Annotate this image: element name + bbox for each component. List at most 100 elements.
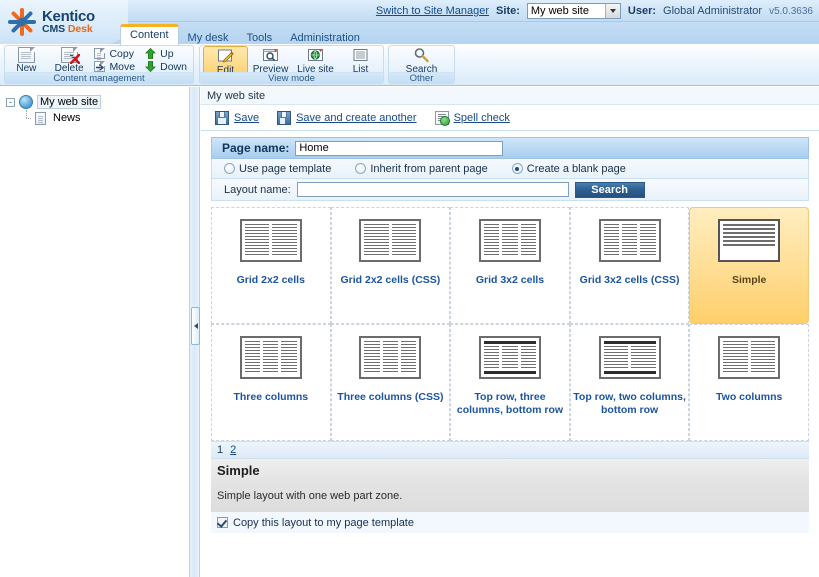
live-site-button[interactable]: Live site — [293, 46, 338, 74]
ribbon-group-view-mode: Edit Preview — [199, 45, 384, 84]
layout-thumbnail-cols3 — [359, 336, 421, 379]
layout-item-two-columns[interactable]: Two columns — [689, 324, 809, 441]
layout-item-three-columns-css[interactable]: Three columns (CSS) — [331, 324, 451, 441]
search-button[interactable]: Search — [399, 46, 445, 74]
selected-layout-description: Simple layout with one web part zone. — [211, 481, 809, 511]
edit-button[interactable]: Edit — [203, 46, 248, 74]
content-tree-pane: - My web site News — [0, 87, 190, 577]
layout-item-grid-3x2-cells[interactable]: Grid 3x2 cells — [450, 207, 570, 324]
layout-item-label: Simple — [732, 274, 766, 287]
layout-name-input[interactable] — [297, 182, 569, 197]
tree-node-news[interactable]: News — [6, 110, 185, 126]
search-icon — [413, 47, 430, 64]
spell-check-label[interactable]: Spell check — [454, 112, 510, 124]
save-and-create-another-label[interactable]: Save and create another — [296, 112, 416, 124]
tree-node-label: News — [51, 112, 83, 124]
radio-mark — [355, 163, 366, 174]
tree-expander-icon[interactable]: - — [6, 98, 15, 107]
preview-button[interactable]: Preview — [248, 46, 293, 74]
page-name-row: Page name: — [211, 137, 809, 159]
ribbon-content-small-col-2: Up Down — [141, 46, 193, 74]
tab-content-label: Content — [130, 29, 169, 41]
layout-item-grid-3x2-cells-css[interactable]: Grid 3x2 cells (CSS) — [570, 207, 690, 324]
arrow-down-icon — [145, 61, 156, 72]
switch-to-site-manager-link[interactable]: Switch to Site Manager — [376, 5, 489, 17]
layout-grid-row: Three columns Three columns (CSS) — [211, 324, 809, 441]
tab-tools-label: Tools — [247, 32, 273, 44]
layout-item-label: Top row, three columns, bottom row — [454, 391, 567, 417]
layout-item-three-columns[interactable]: Three columns — [211, 324, 331, 441]
move-button-label: Move — [109, 61, 135, 73]
logo-cms-label: CMS — [42, 23, 68, 35]
layout-thumbnail-grid2x2 — [359, 219, 421, 262]
layout-item-top-row-three-columns-bottom-row[interactable]: Top row, three columns, bottom row — [450, 324, 570, 441]
ribbon-group-other-body: Search — [389, 46, 454, 74]
layout-item-label: Three columns — [233, 391, 308, 404]
copy-layout-checkbox[interactable] — [217, 517, 228, 528]
copy-layout-label: Copy this layout to my page template — [233, 517, 414, 529]
layout-item-simple[interactable]: Simple — [689, 207, 809, 324]
spell-check-action[interactable]: Spell check — [435, 111, 510, 125]
pane-splitter[interactable] — [190, 87, 200, 577]
radio-use-page-template[interactable]: Use page template — [224, 163, 331, 175]
layout-name-label: Layout name: — [224, 184, 291, 196]
save-icon — [215, 111, 229, 125]
layout-search-button[interactable]: Search — [575, 182, 645, 198]
list-button[interactable]: List — [338, 46, 383, 74]
page-name-input[interactable] — [295, 141, 503, 156]
layout-thumbnail-toprow3bottom — [479, 336, 541, 379]
tab-tools[interactable]: Tools — [238, 30, 282, 48]
ribbon-group-content-management: New Delete Copy — [4, 45, 194, 84]
page-name-label: Page name: — [222, 141, 289, 155]
layout-item-label: Grid 3x2 cells — [476, 274, 544, 287]
radio-create-a-blank-page-label: Create a blank page — [527, 163, 626, 175]
copy-button[interactable]: Copy — [92, 47, 139, 60]
radio-create-a-blank-page[interactable]: Create a blank page — [512, 163, 626, 175]
tree-node-my-web-site[interactable]: - My web site — [6, 94, 185, 110]
tab-administration[interactable]: Administration — [281, 30, 369, 48]
layout-item-grid-2x2-cells[interactable]: Grid 2x2 cells — [211, 207, 331, 324]
logo-cms-desk-label: CMS Desk — [42, 24, 95, 35]
save-action[interactable]: Save — [215, 111, 259, 125]
kentico-logo: Kentico CMS Desk — [0, 0, 128, 44]
move-icon — [94, 61, 105, 72]
globe-icon — [307, 47, 324, 64]
layout-item-grid-2x2-cells-css[interactable]: Grid 2x2 cells (CSS) — [331, 207, 451, 324]
save-copy-icon — [277, 111, 291, 125]
layout-thumbnail-simple — [718, 219, 780, 262]
tab-my-desk-label: My desk — [188, 32, 229, 44]
edit-pencil-icon — [217, 48, 234, 65]
layout-thumbnail-grid3x2 — [599, 219, 661, 262]
delete-button[interactable]: Delete — [48, 46, 91, 74]
layout-item-label: Grid 2x2 cells — [237, 274, 305, 287]
tab-content[interactable]: Content — [120, 24, 179, 45]
site-select[interactable]: My web site — [527, 3, 621, 19]
copy-icon — [94, 48, 105, 59]
splitter-collapse-handle[interactable] — [191, 307, 200, 345]
layout-thumbnail-grid2x2 — [240, 219, 302, 262]
save-and-create-another-action[interactable]: Save and create another — [277, 111, 416, 125]
layout-thumbnail-cols2 — [718, 336, 780, 379]
layout-search-row: Layout name: Search — [211, 179, 809, 201]
new-button[interactable]: New — [5, 46, 48, 74]
ribbon-group-other-title: Other — [389, 72, 454, 83]
radio-use-page-template-label: Use page template — [239, 163, 331, 175]
up-button[interactable]: Up — [143, 47, 191, 60]
arrow-up-icon — [145, 48, 156, 59]
tab-my-desk[interactable]: My desk — [179, 30, 238, 48]
radio-inherit-from-parent-page[interactable]: Inherit from parent page — [355, 163, 487, 175]
delete-page-icon — [61, 47, 78, 63]
page-link-2[interactable]: 2 — [230, 444, 236, 456]
user-label: User: — [628, 5, 656, 17]
list-icon — [352, 47, 369, 64]
save-action-label[interactable]: Save — [234, 112, 259, 124]
spell-check-icon — [435, 111, 449, 125]
ribbon-toolbar: New Delete Copy — [0, 44, 819, 86]
radio-mark-selected — [512, 163, 523, 174]
layout-item-top-row-two-columns-bottom-row[interactable]: Top row, two columns, bottom row — [570, 324, 690, 441]
page-icon — [35, 112, 46, 125]
content-tree: - My web site News — [0, 87, 189, 126]
new-page-icon — [18, 47, 35, 63]
ribbon-group-content-management-body: New Delete Copy — [5, 46, 193, 74]
main-tabs: Content My desk Tools Administration — [120, 22, 369, 44]
